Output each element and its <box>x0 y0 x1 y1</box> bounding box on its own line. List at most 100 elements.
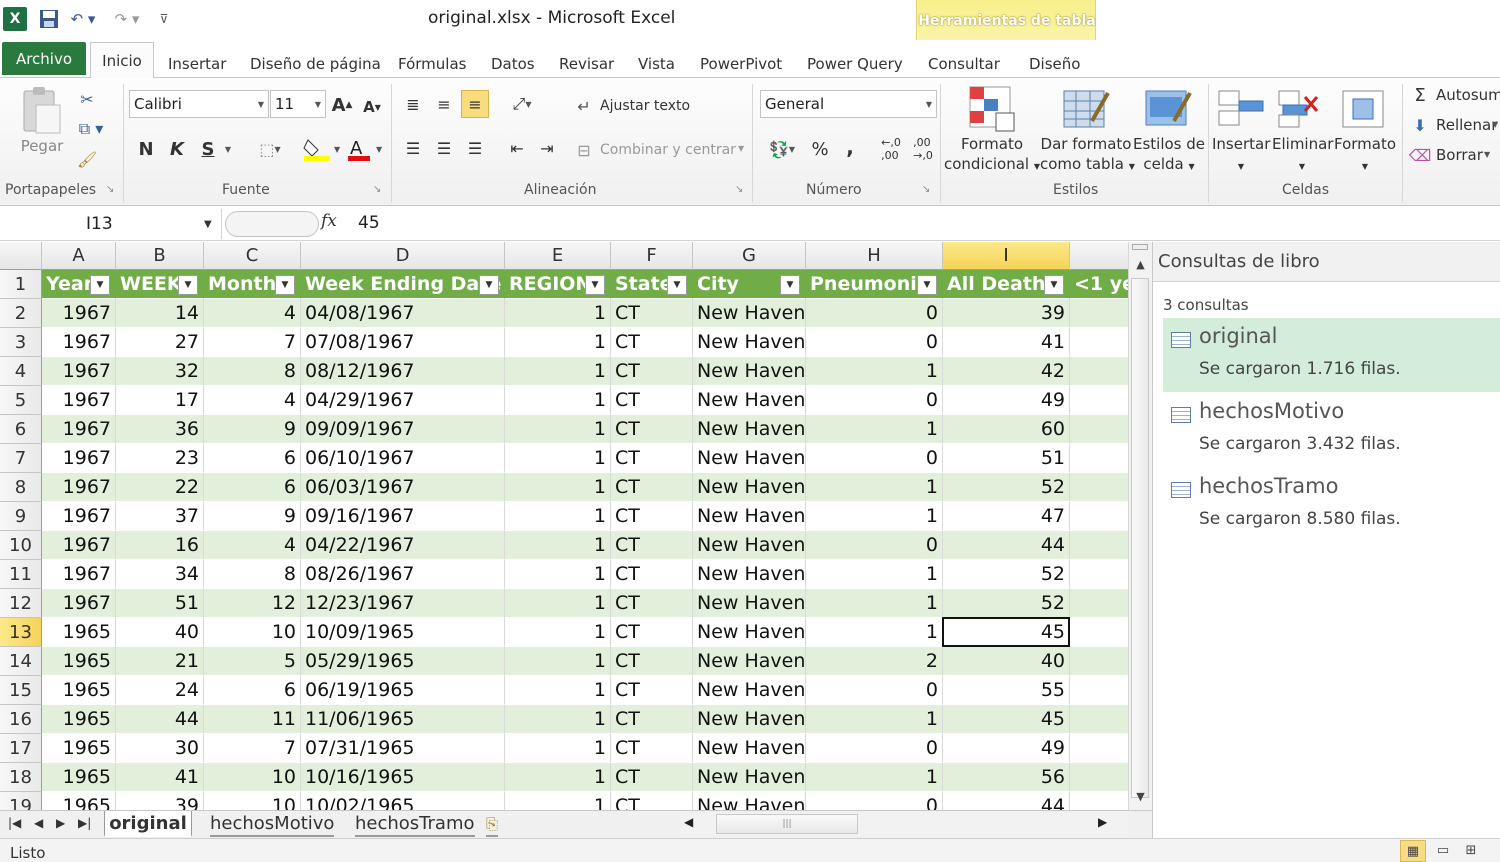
table-cell[interactable]: 1967 <box>42 560 116 589</box>
currency-format-icon[interactable]: 💱 ▼ <box>762 136 802 162</box>
italic-button[interactable]: K <box>166 138 188 160</box>
fill-label[interactable]: Rellenar <box>1436 116 1497 134</box>
row-header[interactable]: 18 <box>0 763 42 792</box>
bold-button[interactable]: N <box>135 138 157 160</box>
table-cell[interactable] <box>1070 705 1128 734</box>
table-cell[interactable]: 27 <box>116 328 204 357</box>
table-cell[interactable]: 1965 <box>42 734 116 763</box>
vertical-scroll-thumb[interactable] <box>1131 278 1149 798</box>
table-cell[interactable] <box>1070 676 1128 705</box>
table-cell[interactable]: 10/09/1965 <box>301 618 505 647</box>
table-header-cell[interactable]: All Deaths ▼ <box>943 270 1070 299</box>
next-sheet-icon[interactable]: ▶ <box>56 816 65 830</box>
tab-insertar[interactable]: Insertar <box>168 50 226 78</box>
table-cell[interactable]: 51 <box>943 444 1070 473</box>
query-item-hechostramo[interactable]: hechosTramo Se cargaron 8.580 filas. <box>1163 468 1500 542</box>
table-cell[interactable]: New Haven <box>693 502 806 531</box>
table-cell[interactable]: 09/16/1967 <box>301 502 505 531</box>
table-cell[interactable]: 40 <box>116 618 204 647</box>
table-cell[interactable]: 17 <box>116 386 204 415</box>
select-all-corner[interactable] <box>0 242 42 270</box>
table-cell[interactable]: 1967 <box>42 357 116 386</box>
table-cell[interactable]: New Haven <box>693 589 806 618</box>
table-cell[interactable]: 11 <box>204 705 301 734</box>
table-cell[interactable]: 1 <box>505 531 611 560</box>
table-cell[interactable] <box>1070 299 1128 328</box>
table-cell[interactable]: 1 <box>806 560 943 589</box>
copy-icon[interactable]: ⧉ ▾ <box>74 118 108 140</box>
table-cell[interactable]: 1 <box>505 415 611 444</box>
table-cell[interactable]: 1 <box>806 618 943 647</box>
table-cell[interactable]: 6 <box>204 473 301 502</box>
table-cell[interactable]: 1967 <box>42 502 116 531</box>
table-cell[interactable]: New Haven <box>693 328 806 357</box>
column-header-d[interactable]: D <box>301 242 505 270</box>
table-cell[interactable]: 24 <box>116 676 204 705</box>
format-cells-button[interactable]: Formato ▼ <box>1334 134 1396 177</box>
last-sheet-icon[interactable]: ▶| <box>78 816 91 830</box>
table-header-cell[interactable]: Pneumonia ▼ <box>806 270 943 299</box>
table-cell[interactable]: 1 <box>505 589 611 618</box>
redo-button[interactable]: ↷ ▾ <box>112 7 142 31</box>
row-header[interactable]: 3 <box>0 328 42 357</box>
table-cell[interactable]: 1 <box>806 763 943 792</box>
table-cell[interactable]: 1 <box>505 560 611 589</box>
decrease-indent-icon[interactable]: ⇤ <box>504 136 530 160</box>
table-cell[interactable]: 41 <box>943 328 1070 357</box>
tab-revisar[interactable]: Revisar <box>559 50 614 78</box>
row-header[interactable]: 9 <box>0 502 42 531</box>
table-cell[interactable]: 1 <box>505 792 611 810</box>
table-cell[interactable]: 44 <box>943 531 1070 560</box>
table-header-cell[interactable]: State ▼ <box>611 270 693 299</box>
conditional-format-button[interactable]: Formato condicional ▼ <box>944 134 1040 177</box>
table-cell[interactable]: 6 <box>204 676 301 705</box>
delete-cells-button[interactable]: Eliminar ▼ <box>1272 134 1333 177</box>
horizontal-scroll-thumb[interactable]: ||| <box>716 814 858 834</box>
tab-datos[interactable]: Datos <box>491 50 535 78</box>
worksheet-grid[interactable]: ABCDEFGHI 1 Year ▼ WEEK ▼ Month ▼ Week Ending D… <box>0 242 1128 810</box>
table-cell[interactable]: CT <box>611 647 693 676</box>
table-cell[interactable]: 1 <box>505 473 611 502</box>
table-cell[interactable]: 0 <box>806 386 943 415</box>
table-cell[interactable]: 1 <box>505 705 611 734</box>
cell-styles-icon[interactable] <box>1142 84 1194 134</box>
table-cell[interactable]: New Haven <box>693 676 806 705</box>
table-cell[interactable]: 1 <box>505 618 611 647</box>
filter-dropdown-icon[interactable]: ▼ <box>667 275 687 295</box>
table-cell[interactable]: 1 <box>806 705 943 734</box>
delete-cells-icon[interactable] <box>1276 84 1326 134</box>
table-cell[interactable]: New Haven <box>693 357 806 386</box>
table-cell[interactable]: 56 <box>943 763 1070 792</box>
table-cell[interactable]: 06/19/1965 <box>301 676 505 705</box>
table-cell[interactable]: New Haven <box>693 386 806 415</box>
table-cell[interactable]: New Haven <box>693 444 806 473</box>
table-header-cell[interactable]: Month ▼ <box>204 270 301 299</box>
table-cell[interactable]: CT <box>611 502 693 531</box>
table-cell[interactable]: 1 <box>806 357 943 386</box>
table-cell[interactable]: New Haven <box>693 618 806 647</box>
autosum-label[interactable]: Autosum <box>1436 86 1500 104</box>
filter-dropdown-icon[interactable]: ▼ <box>178 275 198 295</box>
eraser-icon[interactable]: ⌫ <box>1409 144 1432 166</box>
sheet-tab-original[interactable]: original <box>104 811 192 837</box>
table-cell[interactable]: 07/31/1965 <box>301 734 505 763</box>
table-cell[interactable]: 08/26/1967 <box>301 560 505 589</box>
table-cell[interactable]: 07/08/1967 <box>301 328 505 357</box>
prev-sheet-icon[interactable]: ◀ <box>34 816 43 830</box>
table-cell[interactable]: 06/03/1967 <box>301 473 505 502</box>
row-header[interactable]: 13 <box>0 618 42 647</box>
filter-dropdown-icon[interactable]: ▼ <box>917 275 937 295</box>
table-cell[interactable]: CT <box>611 328 693 357</box>
table-cell[interactable]: 1 <box>505 386 611 415</box>
tab-vista[interactable]: Vista <box>638 50 675 78</box>
table-cell[interactable]: 16 <box>116 531 204 560</box>
table-cell[interactable]: 0 <box>806 676 943 705</box>
fx-icon[interactable]: fx <box>321 211 337 231</box>
table-cell[interactable] <box>1070 328 1128 357</box>
wrap-text-icon[interactable]: ↵ <box>572 96 596 116</box>
row-header[interactable]: 15 <box>0 676 42 705</box>
query-item-original[interactable]: original Se cargaron 1.716 filas. <box>1163 318 1500 392</box>
table-cell[interactable]: CT <box>611 676 693 705</box>
table-cell[interactable]: 1 <box>505 444 611 473</box>
table-cell[interactable]: 09/09/1967 <box>301 415 505 444</box>
